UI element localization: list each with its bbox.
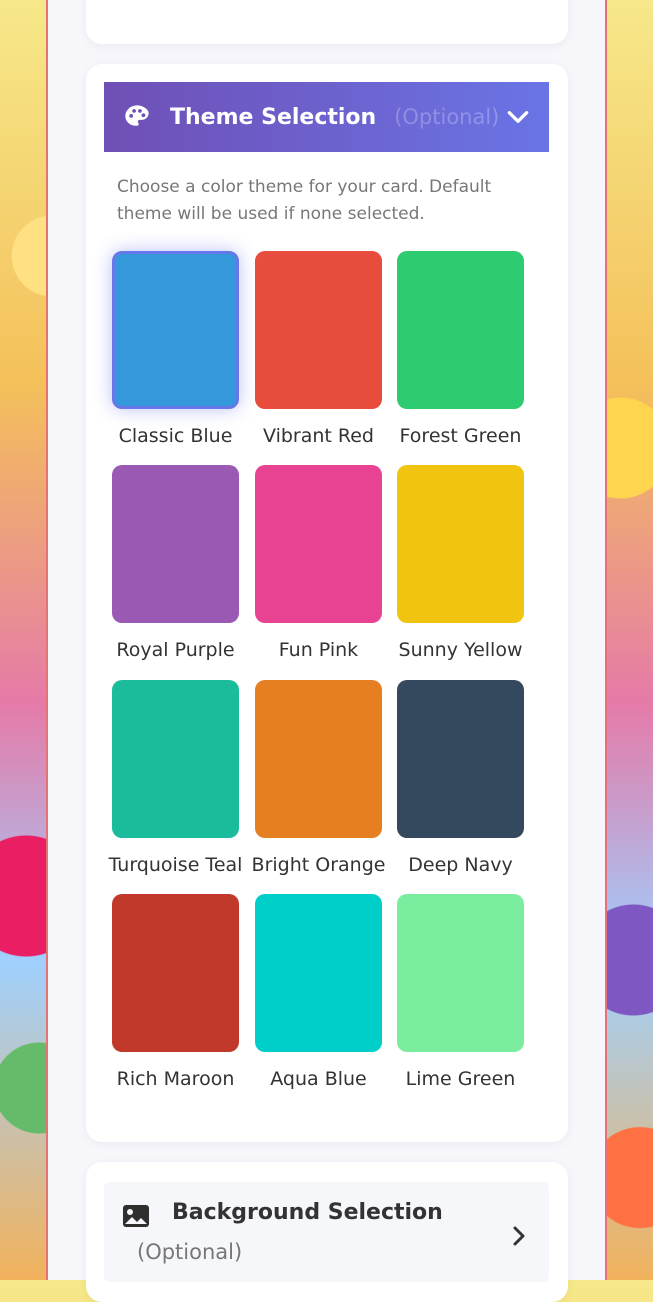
chevron-right-icon[interactable]: [508, 1224, 530, 1248]
theme-label: Lime Green: [405, 1068, 516, 1090]
theme-swatch[interactable]: [255, 680, 382, 838]
theme-description: Choose a color theme for your card. Defa…: [117, 177, 492, 224]
theme-label: Forest Green: [399, 425, 522, 447]
theme-swatch[interactable]: [255, 465, 382, 623]
previous-section-card: [86, 0, 568, 44]
theme-swatch[interactable]: [112, 894, 239, 1052]
theme-swatch[interactable]: [397, 465, 524, 623]
theme-section-title: Theme Selection: [170, 104, 377, 130]
theme-swatch[interactable]: [255, 251, 382, 409]
theme-selection-header[interactable]: Theme Selection (Optional): [104, 82, 549, 152]
chevron-down-icon[interactable]: [505, 104, 531, 130]
theme-swatch[interactable]: [397, 680, 524, 838]
background-optional-label: (Optional): [137, 1240, 243, 1264]
palette-icon: [122, 102, 152, 132]
image-icon: [122, 1203, 150, 1229]
theme-label: Deep Navy: [408, 854, 513, 876]
theme-label: Sunny Yellow: [398, 639, 523, 661]
theme-swatch[interactable]: [397, 251, 524, 409]
theme-swatch[interactable]: [255, 894, 382, 1052]
theme-swatch[interactable]: [112, 251, 239, 409]
theme-swatch[interactable]: [112, 465, 239, 623]
background-section-title: Background Selection: [172, 1200, 443, 1225]
theme-optional-label: (Optional): [394, 105, 500, 129]
theme-swatch[interactable]: [397, 894, 524, 1052]
theme-swatch[interactable]: [112, 680, 239, 838]
background-selection-header[interactable]: [104, 1182, 549, 1282]
